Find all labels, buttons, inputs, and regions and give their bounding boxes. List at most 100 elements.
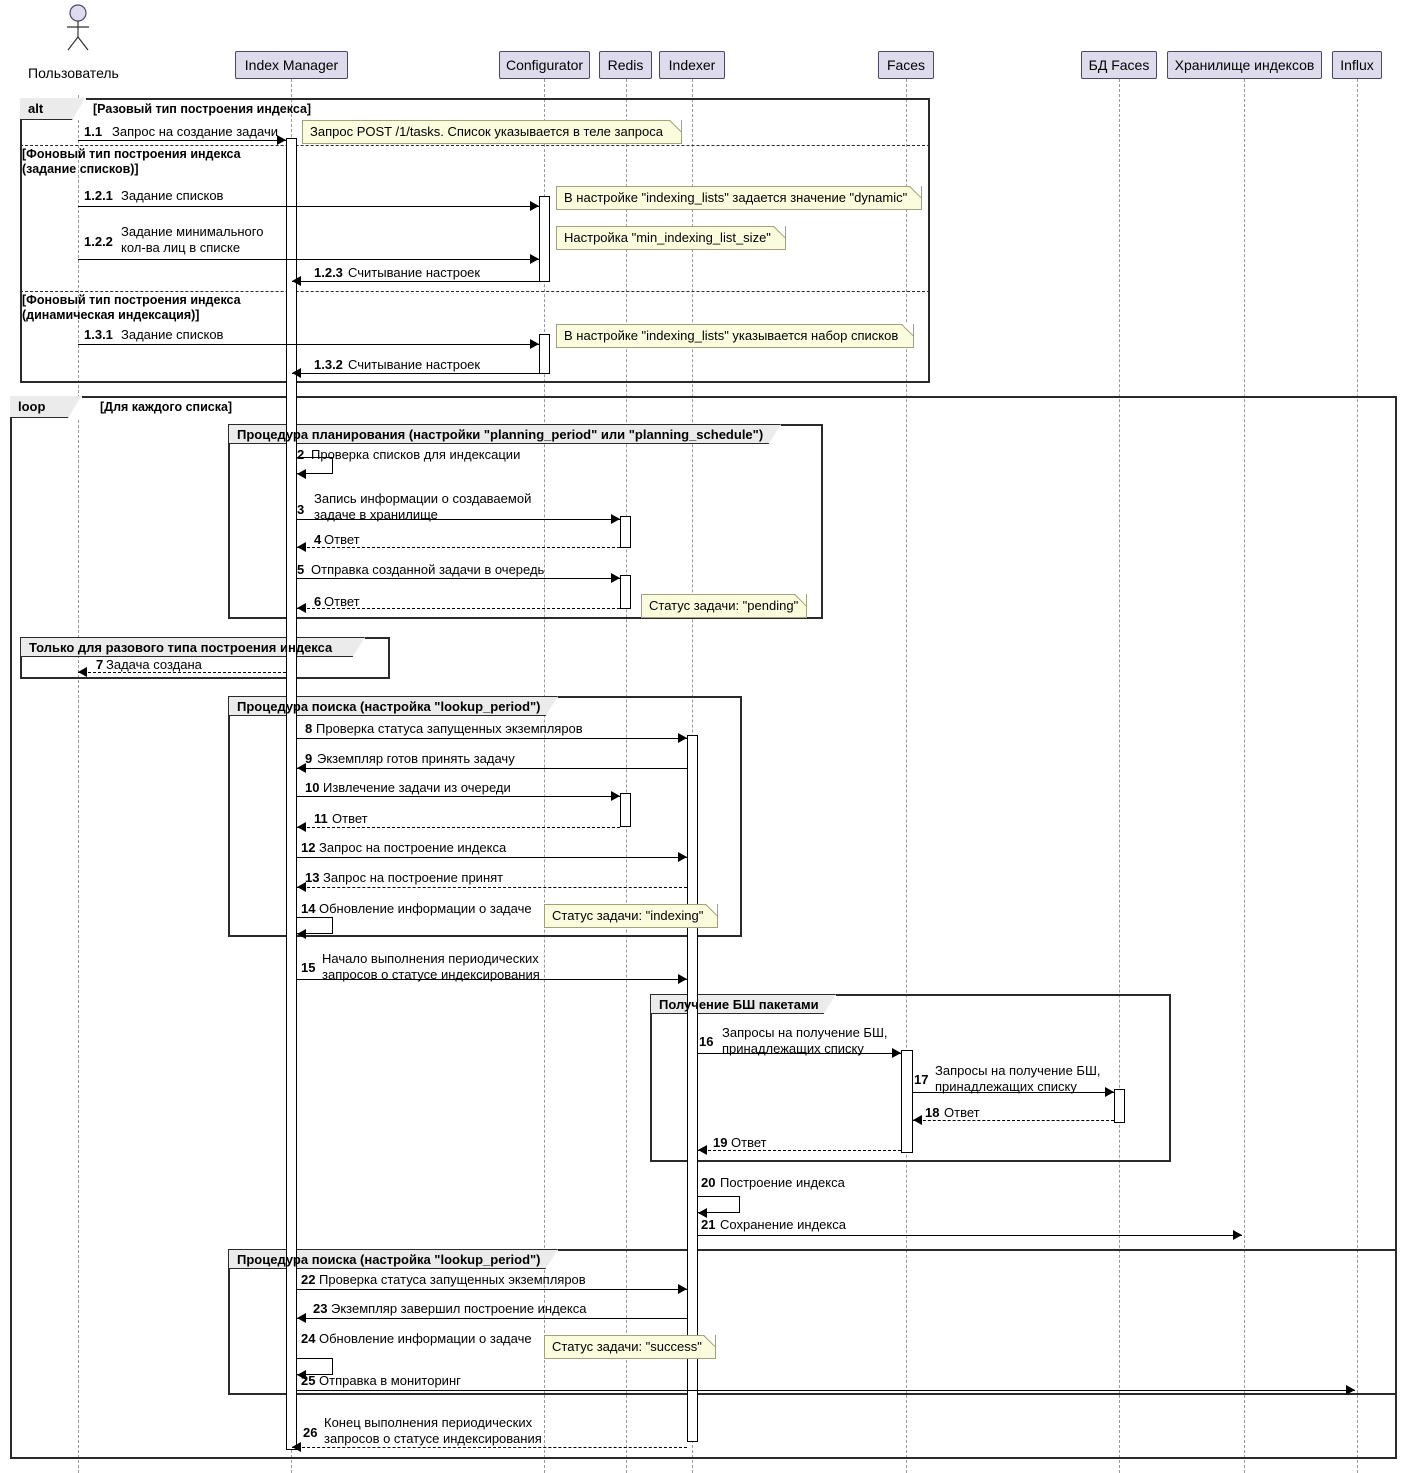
message-14-arrowhead: [297, 929, 306, 939]
message-1.2.1-arrowhead: [530, 201, 539, 211]
message-1.2.3-arrowhead: [292, 276, 301, 286]
redis-activation-2: [620, 793, 631, 827]
message-22-line: [297, 1289, 687, 1290]
message-25-number: 25: [301, 1373, 316, 1388]
storage-activation-1: [620, 516, 631, 548]
note-indexing-lists-set: В настройке "indexing_lists" указывается…: [556, 324, 914, 348]
message-8-line: [297, 738, 687, 739]
note-min-list-size: Настройка "min_indexing_list_size": [556, 226, 786, 250]
loop-fragment-guard-0: [Для каждого списка]: [100, 400, 233, 414]
message-6-number: 6: [314, 594, 322, 609]
lookup-procedure-box-2-title: Процедура поиска (настройка "lookup_peri…: [228, 1249, 558, 1270]
message-1.3.2-line: [292, 373, 539, 374]
message-1.2.3-number: 1.2.3: [314, 265, 343, 280]
message-5-label: Отправка созданной задачи в очередь: [311, 562, 545, 577]
message-8-number: 8: [305, 721, 313, 736]
lookup-procedure-box-2-title-text: Процедура поиска (настройка "lookup_peri…: [237, 1251, 541, 1267]
message-9-number: 9: [305, 751, 313, 766]
participant-5: БД Faces: [1081, 51, 1157, 79]
message-1.3.1-arrowhead: [530, 339, 539, 349]
note-status-pending: Статус задачи: "pending": [641, 594, 807, 618]
message-13-label: Запрос на построение принят: [323, 870, 504, 885]
configurator-activation-2: [539, 334, 550, 374]
message-2-label: Проверка списков для индексации: [311, 447, 521, 462]
message-4-number: 4: [314, 532, 322, 547]
participant-2: Redis: [599, 51, 652, 79]
message-19-line: [698, 1150, 901, 1151]
message-26-arrowhead: [292, 1442, 301, 1452]
message-21-label: Сохранение индекса: [720, 1217, 846, 1232]
message-14-number: 14: [301, 901, 316, 916]
message-18-number: 18: [925, 1105, 940, 1120]
message-25-label: Отправка в мониторинг: [319, 1373, 461, 1388]
message-3-number: 3: [297, 502, 305, 517]
message-15-label: Начало выполнения периодических запросов…: [322, 951, 540, 982]
message-21-line: [698, 1235, 1242, 1236]
message-1.2.1-number: 1.2.1: [84, 188, 113, 203]
message-1.3.2-number: 1.3.2: [314, 357, 343, 372]
message-1.2.1-label: Задание списков: [121, 188, 224, 203]
message-12-label: Запрос на построение индекса: [319, 840, 507, 855]
message-22-number: 22: [301, 1272, 316, 1287]
message-22-arrowhead: [678, 1284, 687, 1294]
lookup-procedure-box-1-title: Процедура поиска (настройка "lookup_peri…: [228, 696, 558, 717]
message-18-arrowhead: [913, 1115, 922, 1125]
message-13-line: [297, 887, 687, 888]
message-7-number: 7: [96, 657, 104, 672]
message-12-line: [297, 857, 687, 858]
loop-fragment-tab: loop: [10, 395, 82, 418]
message-20-number: 20: [701, 1175, 716, 1190]
message-23-number: 23: [313, 1301, 328, 1316]
message-7-label: Задача создана: [106, 657, 202, 672]
message-2-number: 2: [297, 447, 305, 462]
message-26-number: 26: [303, 1425, 318, 1440]
message-11-arrowhead: [297, 822, 306, 832]
message-1.1-label: Запрос на создание задачи: [112, 124, 278, 139]
message-1.2.2-arrowhead: [530, 254, 539, 264]
message-1.1-arrowhead: [277, 135, 286, 145]
one-time-index-box-title: Только для разового типа построения инде…: [20, 637, 365, 658]
message-6-label: Ответ: [324, 594, 360, 609]
configurator-activation-1: [539, 196, 550, 282]
faces-activation: [901, 1050, 913, 1153]
message-24-label: Обновление информации о задаче: [319, 1331, 532, 1346]
message-14-label: Обновление информации о задаче: [319, 901, 532, 916]
message-25-line: [297, 1390, 1355, 1391]
participant-4: Faces: [878, 51, 934, 79]
message-23-line: [297, 1318, 687, 1319]
message-15-number: 15: [301, 960, 316, 975]
message-1.2.2-line: [78, 259, 539, 260]
message-4-arrowhead: [297, 542, 306, 552]
sequence-diagram-canvas: Пользователь Index Manager Configurator Red…: [0, 0, 1405, 1473]
participant-6: Хранилище индексов: [1167, 51, 1322, 79]
message-7-arrowhead: [78, 667, 87, 677]
participant-0: Index Manager: [235, 51, 348, 79]
message-8-label: Проверка статуса запущенных экземпляров: [316, 721, 583, 736]
message-18-label: Ответ: [944, 1105, 980, 1120]
alt-fragment-guard-2: [Фоновый тип построения индекса (динамич…: [22, 293, 241, 322]
message-4-label: Ответ: [324, 532, 360, 547]
message-8-arrowhead: [678, 733, 687, 743]
message-5-line: [297, 578, 620, 579]
message-11-number: 11: [314, 811, 328, 826]
participant-7: Influx: [1332, 51, 1382, 79]
alt-fragment-tab: alt: [20, 97, 86, 120]
loop-fragment-operator: loop: [18, 399, 46, 414]
message-1.2.2-number: 1.2.2: [84, 234, 113, 249]
message-1.2.3-label: Считывание настроек: [348, 265, 481, 280]
message-10-label: Извлечение задачи из очереди: [323, 780, 511, 795]
message-1.3.1-line: [78, 344, 539, 345]
message-10-line: [297, 796, 620, 797]
message-15-arrowhead: [678, 974, 687, 984]
note-indexing-lists-dynamic: В настройке "indexing_lists" задается зн…: [556, 186, 922, 210]
message-16-arrowhead: [892, 1048, 901, 1058]
message-13-number: 13: [305, 870, 320, 885]
one-time-index-box-title-text: Только для разового типа построения инде…: [29, 639, 333, 655]
alt-fragment-guard-1: [Фоновый тип построения индекса (задание…: [22, 147, 241, 176]
message-10-arrowhead: [611, 791, 620, 801]
participant-3: Indexer: [659, 51, 725, 79]
alt-fragment-operator: alt: [28, 101, 44, 116]
alt-fragment-divider-0: [20, 145, 930, 146]
message-11-label: Ответ: [332, 811, 368, 826]
lookup-procedure-box-1-title-text: Процедура поиска (настройка "lookup_peri…: [237, 698, 541, 714]
